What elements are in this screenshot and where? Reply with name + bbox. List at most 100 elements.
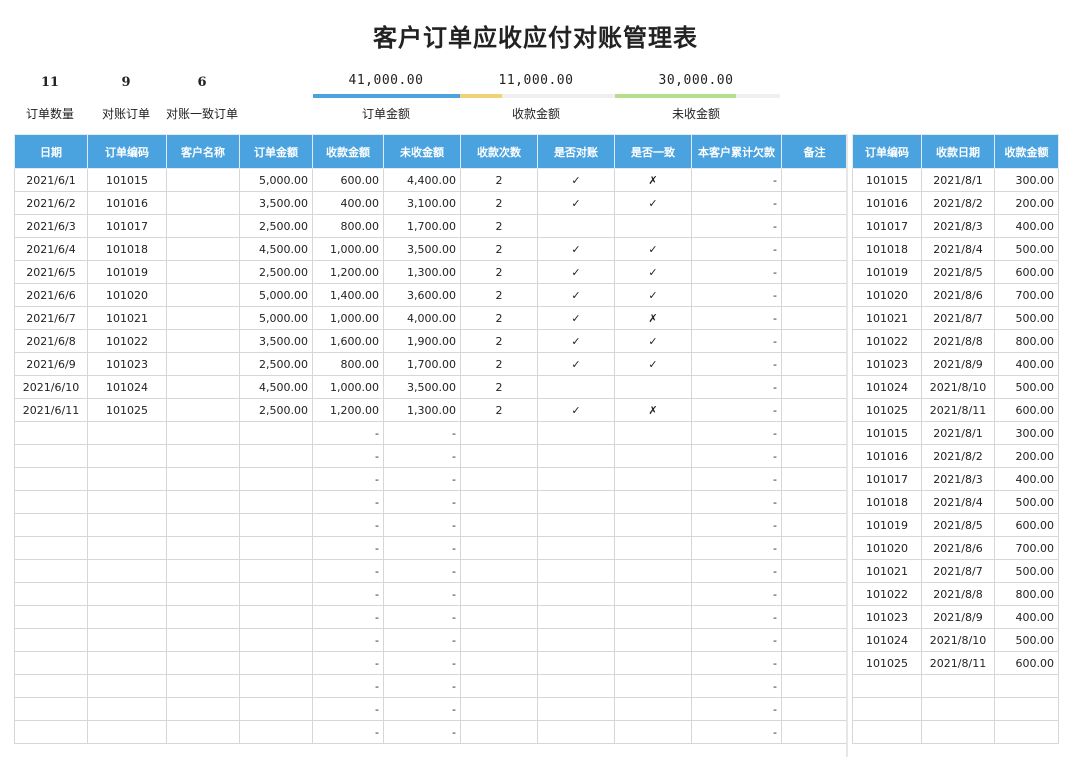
order-table-cell[interactable] [166,352,240,376]
order-table-cell[interactable] [239,513,313,537]
order-table-cell[interactable]: ✓ [537,283,615,307]
order-table-cell[interactable] [460,720,538,744]
payment-table-cell[interactable]: 800.00 [994,329,1059,353]
order-table-cell[interactable] [14,513,88,537]
order-table-cell[interactable] [14,628,88,652]
payment-table-cell[interactable] [921,697,995,721]
payment-table-cell[interactable]: 2021/8/10 [921,375,995,399]
order-table-cell[interactable] [614,513,692,537]
order-table-cell[interactable]: ✓ [537,237,615,261]
order-table-cell[interactable]: - [383,444,461,468]
order-table-cell[interactable] [781,628,848,652]
order-table-cell[interactable] [14,697,88,721]
order-table-cell[interactable] [14,467,88,491]
payment-table-cell[interactable]: 200.00 [994,191,1059,215]
order-table-cell[interactable]: 2 [460,168,538,192]
order-table-cell[interactable]: 2021/6/5 [14,260,88,284]
payment-table-cell[interactable]: 101016 [852,191,922,215]
order-table-cell[interactable] [14,559,88,583]
order-table-cell[interactable] [166,513,240,537]
order-table-cell[interactable]: 2021/6/6 [14,283,88,307]
payment-table-cell[interactable]: 101017 [852,214,922,238]
order-table-cell[interactable]: 1,000.00 [312,306,384,330]
order-table-cell[interactable] [239,651,313,675]
order-table-cell[interactable]: - [383,628,461,652]
order-table-cell[interactable] [537,513,615,537]
payment-table-cell[interactable]: 700.00 [994,536,1059,560]
payment-table-cell[interactable]: 600.00 [994,513,1059,537]
payment-table-cell[interactable]: 101015 [852,421,922,445]
order-table-cell[interactable]: ✓ [614,260,692,284]
order-table-cell[interactable] [87,651,167,675]
order-table-cell[interactable]: 2 [460,214,538,238]
order-table-cell[interactable] [166,398,240,422]
order-table-cell[interactable]: - [691,651,782,675]
order-table-cell[interactable]: - [383,651,461,675]
order-table-cell[interactable]: - [312,582,384,606]
order-table-cell[interactable]: 5,000.00 [239,306,313,330]
payment-table-cell[interactable] [994,720,1059,744]
order-table-cell[interactable]: 400.00 [312,191,384,215]
order-table-cell[interactable]: - [691,260,782,284]
order-table-cell[interactable]: 101019 [87,260,167,284]
payment-table-cell[interactable]: 101019 [852,513,922,537]
order-table-cell[interactable] [239,559,313,583]
payment-table-cell[interactable]: 101022 [852,582,922,606]
payment-table-cell[interactable]: 101023 [852,352,922,376]
order-table-cell[interactable] [14,720,88,744]
payment-table-cell[interactable]: 101023 [852,605,922,629]
order-table-cell[interactable]: - [691,513,782,537]
order-table-cell[interactable] [614,467,692,491]
order-table-cell[interactable]: 1,700.00 [383,352,461,376]
order-table-cell[interactable]: 2 [460,306,538,330]
order-table-cell[interactable] [166,697,240,721]
order-table-cell[interactable]: - [312,651,384,675]
order-table-cell[interactable] [166,260,240,284]
order-table-cell[interactable]: 600.00 [312,168,384,192]
order-table-cell[interactable]: 2021/6/9 [14,352,88,376]
order-table-cell[interactable] [87,697,167,721]
order-table-cell[interactable]: 1,000.00 [312,375,384,399]
payment-table-cell[interactable]: 2021/8/8 [921,582,995,606]
order-table-cell[interactable] [781,697,848,721]
order-table-cell[interactable]: 2 [460,237,538,261]
order-table-cell[interactable] [537,467,615,491]
order-table-cell[interactable]: 2,500.00 [239,398,313,422]
order-table-cell[interactable]: - [312,467,384,491]
order-table-cell[interactable] [14,536,88,560]
order-table-cell[interactable]: - [383,559,461,583]
order-table-cell[interactable]: - [312,444,384,468]
payment-table-cell[interactable]: 2021/8/7 [921,559,995,583]
payment-table-cell[interactable]: 101021 [852,559,922,583]
order-table-cell[interactable]: 4,500.00 [239,375,313,399]
order-table-cell[interactable]: 2021/6/7 [14,306,88,330]
order-table-cell[interactable]: 101021 [87,306,167,330]
order-table-cell[interactable] [87,582,167,606]
order-table-cell[interactable]: 2021/6/4 [14,237,88,261]
order-table-cell[interactable] [781,260,848,284]
order-table-cell[interactable]: 1,600.00 [312,329,384,353]
order-table-cell[interactable]: - [312,559,384,583]
order-table-cell[interactable] [614,605,692,629]
order-table-cell[interactable] [460,651,538,675]
order-table-cell[interactable] [14,651,88,675]
order-table-cell[interactable]: - [312,628,384,652]
order-table-cell[interactable] [781,490,848,514]
payment-table-cell[interactable]: 2021/8/2 [921,191,995,215]
order-table-cell[interactable] [166,605,240,629]
payment-table-cell[interactable]: 300.00 [994,421,1059,445]
order-table-cell[interactable]: 3,500.00 [239,191,313,215]
order-table-cell[interactable]: 1,200.00 [312,398,384,422]
order-table-cell[interactable] [166,306,240,330]
order-table-cell[interactable]: 101024 [87,375,167,399]
order-table-cell[interactable]: - [691,559,782,583]
payment-table-cell[interactable]: 700.00 [994,283,1059,307]
order-table-cell[interactable]: - [383,536,461,560]
order-table-cell[interactable]: - [691,329,782,353]
payment-table-cell[interactable]: 600.00 [994,260,1059,284]
order-table-cell[interactable] [239,720,313,744]
order-table-cell[interactable]: 2,500.00 [239,214,313,238]
order-table-cell[interactable] [781,582,848,606]
order-table-cell[interactable]: ✓ [614,283,692,307]
order-table-cell[interactable]: - [691,467,782,491]
